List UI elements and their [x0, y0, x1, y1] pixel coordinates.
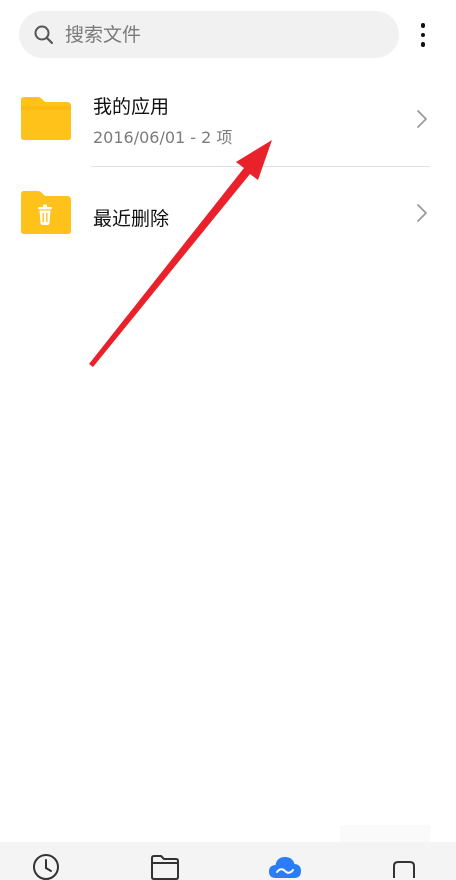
- list-item-my-apps[interactable]: 我的应用 2016/06/01 - 2 项: [0, 80, 456, 168]
- search-bar[interactable]: [19, 11, 399, 58]
- search-icon: [33, 24, 55, 46]
- item-title: 我的应用: [93, 96, 170, 118]
- search-input[interactable]: [65, 23, 365, 46]
- more-options-button[interactable]: [410, 18, 436, 52]
- chevron-right-icon: [414, 108, 430, 130]
- folder-icon: [18, 96, 73, 141]
- more-tab-icon[interactable]: [389, 852, 419, 880]
- item-title: 最近删除: [93, 208, 170, 230]
- more-vertical-icon: [420, 23, 426, 28]
- browse-folder-icon[interactable]: [150, 852, 180, 880]
- cloud-icon[interactable]: [268, 852, 302, 880]
- trash-folder-icon: [18, 190, 73, 235]
- divider: [91, 166, 430, 167]
- bottom-nav: [0, 842, 456, 880]
- recent-clock-icon[interactable]: [31, 852, 61, 880]
- item-subtitle: 2016/06/01 - 2 项: [93, 128, 233, 147]
- chevron-right-icon: [414, 202, 430, 224]
- file-manager-screen: 我的应用 2016/06/01 - 2 项 最近删除: [0, 0, 456, 880]
- list-item-recently-deleted[interactable]: 最近删除: [0, 170, 456, 258]
